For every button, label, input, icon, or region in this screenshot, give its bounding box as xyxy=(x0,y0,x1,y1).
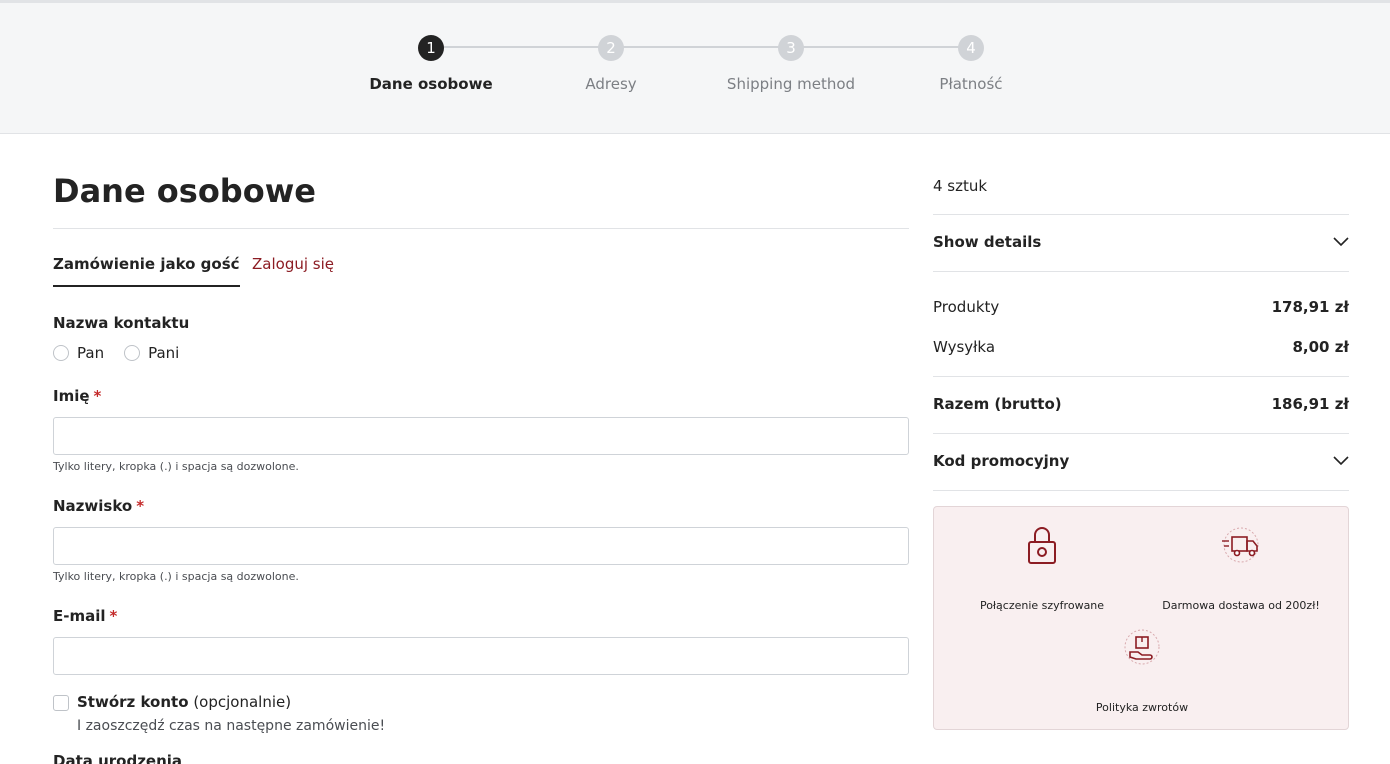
required-mark: * xyxy=(109,607,118,625)
trust-returns-label: Polityka zwrotów xyxy=(1095,701,1189,714)
products-label: Produkty xyxy=(933,298,1000,316)
step-label: Shipping method xyxy=(726,75,856,93)
stepper-line xyxy=(431,46,971,48)
create-account-optional: (opcjonalnie) xyxy=(193,693,292,711)
step-label: Adresy xyxy=(585,75,637,93)
divider xyxy=(933,433,1349,434)
contact-name-radio-group: Pan Pani xyxy=(53,344,199,362)
total-row: Razem (brutto) 186,91 zł xyxy=(933,392,1349,416)
chevron-down-icon xyxy=(1333,456,1349,466)
page-title: Dane osobowe xyxy=(53,172,316,210)
chevron-down-icon xyxy=(1333,237,1349,247)
divider xyxy=(933,271,1349,272)
last-name-label-text: Nazwisko xyxy=(53,497,133,515)
last-name-input[interactable] xyxy=(53,527,909,565)
email-label: E-mail * xyxy=(53,607,117,625)
required-mark: * xyxy=(93,387,102,405)
contact-name-label: Nazwa kontaktu xyxy=(53,314,190,332)
radio-label: Pan xyxy=(77,344,105,362)
last-name-label: Nazwisko * xyxy=(53,497,144,515)
products-row: Produkty 178,91 zł xyxy=(933,295,1349,319)
divider xyxy=(933,214,1349,215)
padlock-icon xyxy=(1028,527,1056,564)
products-value: 178,91 zł xyxy=(1271,298,1349,316)
shipping-label: Wysyłka xyxy=(933,338,996,356)
trust-returns: Polityka zwrotów xyxy=(1067,627,1217,714)
divider xyxy=(933,490,1349,491)
trust-secure: Połączenie szyfrowane xyxy=(967,525,1117,612)
trust-badges: Połączenie szyfrowane Darmowa dostawa od… xyxy=(933,506,1349,730)
step-number: 2 xyxy=(598,35,624,61)
create-account-subtext: I zaoszczędź czas na następne zamówienie… xyxy=(77,718,386,734)
first-name-label: Imię * xyxy=(53,387,101,405)
first-name-label-text: Imię xyxy=(53,387,90,405)
create-account-label[interactable]: Stwórz konto (opcjonalnie) xyxy=(77,693,291,711)
returns-box-hand-icon xyxy=(1124,629,1160,665)
step-number: 4 xyxy=(958,35,984,61)
step-number: 3 xyxy=(778,35,804,61)
radio-option-pani[interactable]: Pani xyxy=(124,344,179,362)
tab-login[interactable]: Zaloguj się xyxy=(252,255,334,273)
trust-free-shipping-label: Darmowa dostawa od 200zł! xyxy=(1162,599,1320,612)
delivery-truck-icon xyxy=(1222,527,1259,563)
step-label: Dane osobowe xyxy=(369,75,493,93)
divider xyxy=(53,228,909,229)
step-number: 1 xyxy=(418,35,444,61)
radio-pani[interactable] xyxy=(124,345,141,361)
radio-label: Pani xyxy=(148,344,180,362)
shipping-row: Wysyłka 8,00 zł xyxy=(933,335,1349,359)
total-label: Razem (brutto) xyxy=(933,395,1062,413)
tab-guest-order[interactable]: Zamówienie jako gość xyxy=(53,255,240,287)
create-account-checkbox[interactable] xyxy=(53,695,69,711)
create-account-title: Stwórz konto xyxy=(77,693,189,711)
required-mark: * xyxy=(136,497,145,515)
items-count: 4 sztuk xyxy=(933,177,988,195)
first-name-input[interactable] xyxy=(53,417,909,455)
email-input[interactable] xyxy=(53,637,909,675)
first-name-help: Tylko litery, kropka (.) i spacja są doz… xyxy=(53,460,299,473)
shipping-value: 8,00 zł xyxy=(1292,338,1349,356)
trust-free-shipping: Darmowa dostawa od 200zł! xyxy=(1146,525,1336,612)
step-label: Płatność xyxy=(939,75,1003,93)
radio-option-pan[interactable]: Pan xyxy=(53,344,104,362)
birthdate-label: Data urodzenia xyxy=(53,752,183,764)
last-name-help: Tylko litery, kropka (.) i spacja są doz… xyxy=(53,570,299,583)
promo-code-toggle[interactable]: Kod promocyjny xyxy=(933,449,1349,473)
show-details-toggle[interactable]: Show details xyxy=(933,230,1349,254)
promo-code-label: Kod promocyjny xyxy=(933,452,1070,470)
total-value: 186,91 zł xyxy=(1271,395,1349,413)
checkout-stepper: 1 Dane osobowe 2 Adresy 3 Shipping metho… xyxy=(0,0,1390,134)
show-details-label: Show details xyxy=(933,233,1042,251)
radio-pan[interactable] xyxy=(53,345,69,361)
divider xyxy=(933,376,1349,377)
trust-secure-label: Połączenie szyfrowane xyxy=(979,599,1105,612)
email-label-text: E-mail xyxy=(53,607,106,625)
